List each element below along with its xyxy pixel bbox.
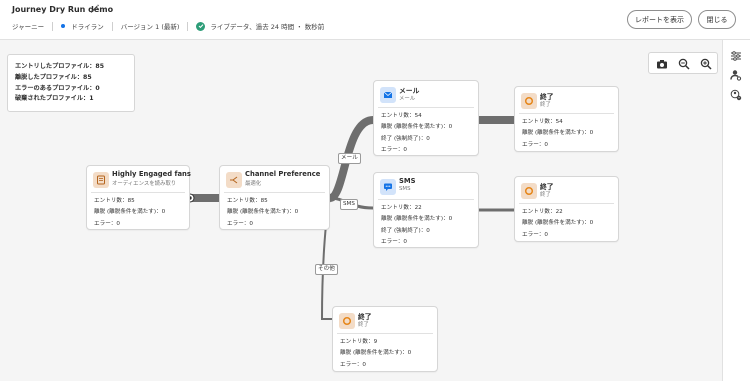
errors: エラー：0: [522, 141, 548, 148]
node-end-sms[interactable]: 終了 終了 エントリ数：22 離脱 (離脱条件を満たす)：0 エラー：0: [514, 176, 619, 242]
exits: 離脱 (離脱条件を満たす)：0: [227, 209, 299, 216]
branch-label-mail: メール: [338, 153, 361, 164]
exits: 離脱 (離脱条件を満たす)：0: [522, 220, 594, 227]
node-stats: エントリ数：54 離脱 (離脱条件を満たす)：0 終了 (強制終了)：0 エラー…: [381, 111, 452, 156]
errors: エラー：0: [227, 220, 253, 227]
end-icon: [521, 93, 537, 109]
errors: エラー：0: [381, 238, 407, 245]
node-stats: エントリ数：85 離脱 (離脱条件を満たす)：0 エラー：0: [94, 196, 165, 230]
zoom-in-icon[interactable]: [700, 58, 712, 70]
node-email[interactable]: メール メール エントリ数：54 離脱 (離脱条件を満たす)：0 終了 (強制終…: [373, 80, 479, 156]
node-stats: エントリ数：54 離脱 (離脱条件を満たす)：0 エラー：0: [522, 117, 593, 151]
node-subtitle: 終了: [540, 192, 551, 198]
errors: エラー：0: [522, 231, 548, 238]
divider: [91, 192, 185, 193]
node-stats: エントリ数：22 離脱 (離脱条件を満たす)：0 エラー：0: [522, 207, 593, 241]
node-subtitle: SMS: [399, 186, 411, 192]
node-subtitle: メール: [399, 96, 416, 102]
sms-icon: [380, 179, 396, 195]
node-subtitle: 最適化: [245, 181, 262, 187]
node-stats: エントリ数：9 離脱 (離脱条件を満たす)：0 エラー：0: [340, 337, 411, 371]
divider: [378, 199, 474, 200]
node-end-email[interactable]: 終了 終了 エントリ数：54 離脱 (離脱条件を満たす)：0 エラー：0: [514, 86, 619, 152]
exits: 離脱 (離脱条件を満たす)：0: [381, 216, 453, 223]
node-end-other[interactable]: 終了 終了 エントリ数：9 離脱 (離脱条件を満たす)：0 エラー：0: [332, 306, 438, 372]
node-title: Channel Preference: [245, 170, 321, 178]
errors: エラー：0: [381, 146, 407, 153]
entered-profiles: エントリしたプロファイル：85: [15, 63, 105, 70]
exits: 離脱 (離脱条件を満たす)：0: [94, 209, 166, 216]
node-audience[interactable]: Highly Engaged fans オーディエンスを読み取り エントリ数：8…: [86, 165, 191, 230]
entries: エントリ数：22: [522, 209, 563, 215]
errors: エラー：0: [340, 361, 366, 368]
errors: エラー：0: [94, 220, 120, 227]
divider: [224, 192, 325, 193]
node-subtitle: 終了: [358, 322, 369, 328]
entries: エントリ数：54: [381, 113, 422, 119]
canvas-toolbar: [648, 52, 718, 74]
branch-icon: [226, 172, 242, 188]
entries: エントリ数：85: [227, 198, 268, 204]
node-stats: エントリ数：85 離脱 (離脱条件を満たす)：0 エラー：0: [227, 196, 298, 230]
entries: エントリ数：9: [340, 339, 378, 345]
entries: エントリ数：22: [381, 205, 422, 211]
node-sms[interactable]: SMS SMS エントリ数：22 離脱 (離脱条件を満たす)：0 終了 (強制終…: [373, 172, 479, 248]
email-icon: [380, 87, 396, 103]
node-stats: エントリ数：22 離脱 (離脱条件を満たす)：0 終了 (強制終了)：0 エラー…: [381, 203, 452, 248]
entries: エントリ数：85: [94, 198, 135, 204]
discarded-profiles: 破棄されたプロファイル：1: [15, 95, 94, 103]
node-channel-preference[interactable]: Channel Preference 最適化 エントリ数：85 離脱 (離脱条件…: [219, 165, 330, 230]
exits: 離脱 (離脱条件を満たす)：0: [522, 130, 594, 137]
profile-stats-panel: エントリしたプロファイル：85 離脱したプロファイル：85 エラーのあるプロファ…: [7, 54, 135, 112]
node-subtitle: オーディエンスを読み取り: [112, 181, 177, 187]
exited-profiles: 離脱したプロファイル：85: [15, 73, 92, 81]
node-subtitle: 終了: [540, 102, 551, 108]
branch-label-other: その他: [315, 264, 338, 275]
forced-exits: 終了 (強制終了)：0: [381, 227, 430, 234]
divider: [337, 333, 433, 334]
end-icon: [521, 183, 537, 199]
entries: エントリ数：54: [522, 119, 563, 125]
divider: [378, 107, 474, 108]
audience-icon: [93, 172, 109, 188]
branch-label-sms: SMS: [340, 199, 358, 210]
end-icon: [339, 313, 355, 329]
forced-exits: 終了 (強制終了)：0: [381, 135, 430, 142]
divider: [519, 203, 614, 204]
exits: 離脱 (離脱条件を満たす)：0: [340, 350, 412, 357]
camera-icon[interactable]: [656, 58, 668, 70]
node-title: Highly Engaged fans: [112, 170, 191, 178]
exits: 離脱 (離脱条件を満たす)：0: [381, 124, 453, 131]
node-title: SMS: [399, 177, 416, 185]
error-profiles: エラーのあるプロファイル：0: [15, 84, 100, 92]
zoom-out-icon[interactable]: [678, 58, 690, 70]
divider: [519, 113, 614, 114]
